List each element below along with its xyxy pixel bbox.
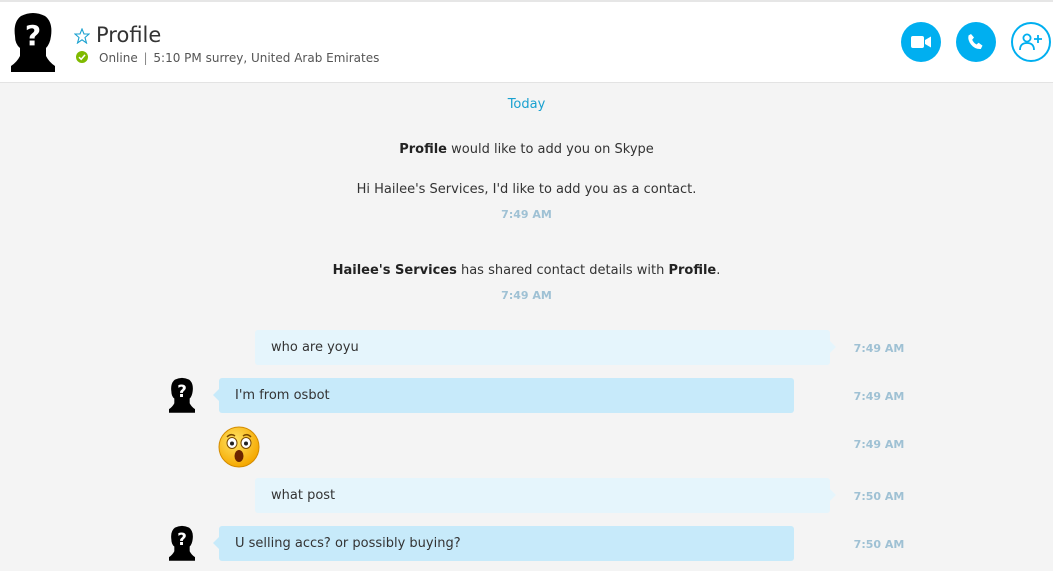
shared-contact-text: has shared contact details with	[456, 263, 669, 278]
favorite-star-icon[interactable]	[74, 28, 90, 44]
contact-request-notice: Profile would like to add you on Skype	[0, 142, 1053, 157]
video-call-icon	[911, 36, 931, 48]
contact-location: 5:10 PM surrey, United Arab Emirates	[153, 51, 380, 65]
message-time: 7:49 AM	[853, 342, 905, 355]
message-time: 7:49 AM	[853, 390, 905, 403]
video-call-button[interactable]	[901, 22, 941, 62]
contact-request-text: would like to add you on Skype	[447, 142, 654, 157]
status-line: Online | 5:10 PM surrey, United Arab Emi…	[99, 50, 379, 66]
outgoing-message-bubble[interactable]: who are yoyu	[255, 330, 836, 365]
sharer-name: Hailee's Services	[332, 263, 457, 278]
incoming-message-bubble[interactable]: U selling accs? or possibly buying?	[213, 526, 794, 561]
message-time: 7:50 AM	[853, 490, 905, 503]
incoming-message-bubble[interactable]: I'm from osbot	[213, 378, 794, 413]
message-text: who are yoyu	[271, 340, 359, 355]
message-time: 7:49 AM	[853, 438, 905, 451]
contact-request-message: Hi Hailee's Services, I'd like to add yo…	[356, 182, 697, 197]
shared-contact-end: .	[716, 263, 721, 278]
chat-header: ? Profile Online | 5:10 PM surrey, Unite…	[0, 2, 1053, 83]
message-text: what post	[271, 488, 336, 503]
shared-with-name: Profile	[668, 263, 717, 278]
system-message-time: 7:49 AM	[501, 208, 552, 221]
audio-call-button[interactable]	[956, 22, 996, 62]
message-text: I'm from osbot	[235, 388, 330, 403]
svg-text:?: ?	[177, 530, 187, 549]
add-contact-icon	[1019, 33, 1042, 51]
contact-avatar-icon[interactable]: ?	[169, 525, 195, 561]
outgoing-message-bubble[interactable]: what post	[255, 478, 836, 513]
contact-name[interactable]: Profile	[96, 23, 161, 47]
phone-icon	[968, 34, 983, 50]
contact-avatar-icon[interactable]: ?	[169, 377, 195, 413]
requester-name: Profile	[399, 142, 447, 157]
surprised-emoji-icon[interactable]	[218, 426, 260, 468]
message-text: U selling accs? or possibly buying?	[235, 536, 461, 551]
add-people-button[interactable]	[1011, 22, 1051, 62]
status-separator: |	[143, 51, 148, 65]
status-text: Online	[99, 51, 138, 65]
date-separator: Today	[507, 97, 546, 112]
svg-text:?: ?	[177, 382, 187, 401]
message-time: 7:50 AM	[853, 538, 905, 551]
contact-avatar-icon[interactable]: ?	[11, 12, 55, 72]
system-message-time: 7:49 AM	[501, 289, 552, 302]
shared-contact-notice: Hailee's Services has shared contact det…	[0, 263, 1053, 278]
svg-text:?: ?	[25, 19, 41, 52]
online-status-icon	[76, 51, 88, 63]
